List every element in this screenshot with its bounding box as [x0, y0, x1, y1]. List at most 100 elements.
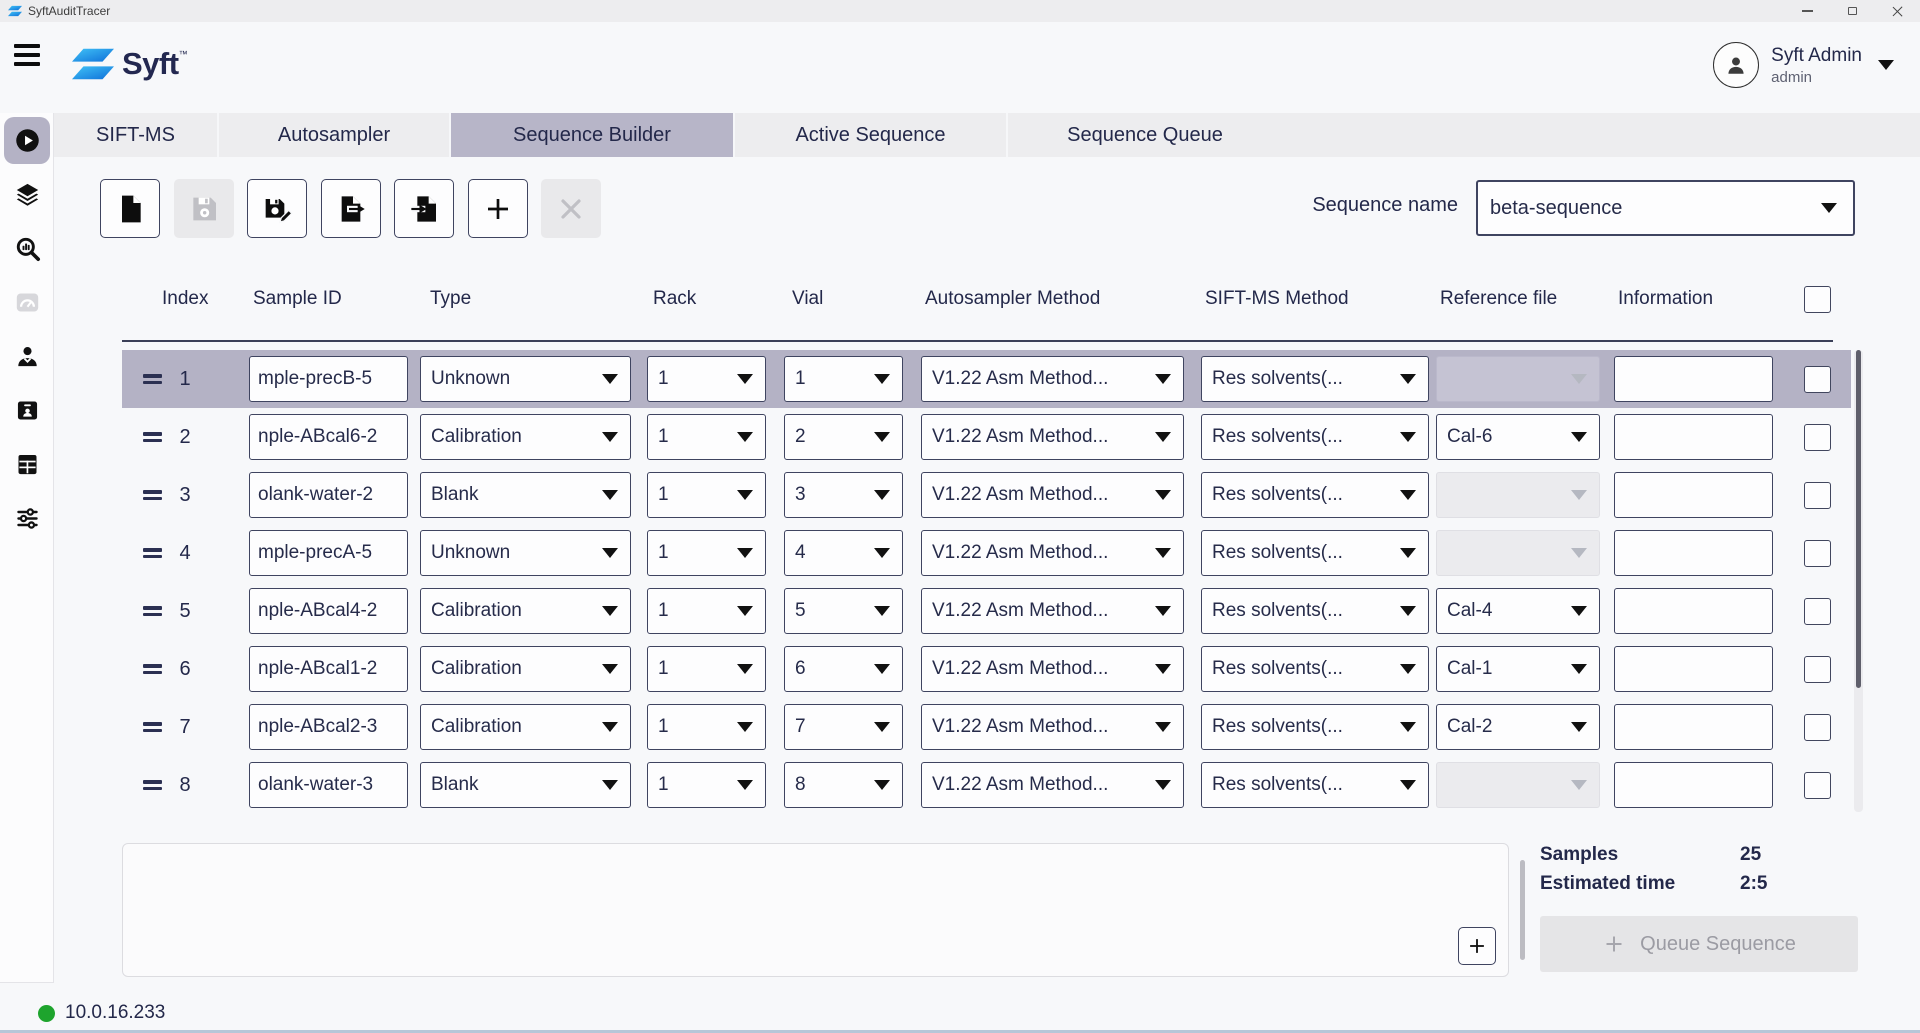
sample-id-input[interactable] [249, 704, 408, 750]
row-drag-handle[interactable] [143, 371, 162, 387]
row-checkbox[interactable] [1804, 714, 1831, 741]
table-scrollbar-thumb[interactable] [1856, 350, 1861, 688]
sidebar-item-run-sequence[interactable] [0, 113, 54, 167]
row-checkbox[interactable] [1804, 540, 1831, 567]
reference-file-select[interactable]: Cal-2 [1436, 704, 1600, 750]
information-input[interactable] [1614, 762, 1773, 808]
import-sequence-button[interactable] [394, 179, 454, 238]
vial-select[interactable]: 8 [784, 762, 903, 808]
type-select[interactable]: Calibration [420, 704, 631, 750]
autosampler-method-select[interactable]: V1.22 Asm Method... [921, 646, 1184, 692]
information-input[interactable] [1614, 704, 1773, 750]
tab-autosampler[interactable]: Autosampler [217, 113, 449, 157]
maximize-button[interactable] [1830, 0, 1875, 22]
reference-file-select[interactable]: Cal-4 [1436, 588, 1600, 634]
rack-select[interactable]: 1 [647, 704, 766, 750]
sample-id-input[interactable] [249, 472, 408, 518]
rack-select[interactable]: 1 [647, 588, 766, 634]
siftms-method-select[interactable]: Res solvents(... [1201, 530, 1429, 576]
rack-select[interactable]: 1 [647, 356, 766, 402]
row-checkbox[interactable] [1804, 366, 1831, 393]
type-select[interactable]: Calibration [420, 646, 631, 692]
vial-select[interactable]: 3 [784, 472, 903, 518]
vial-select[interactable]: 5 [784, 588, 903, 634]
type-select[interactable]: Blank [420, 472, 631, 518]
autosampler-method-select[interactable]: V1.22 Asm Method... [921, 704, 1184, 750]
autosampler-method-select[interactable]: V1.22 Asm Method... [921, 414, 1184, 460]
sample-id-input[interactable] [249, 646, 408, 692]
sidebar-item-settings-sliders[interactable] [0, 491, 54, 545]
type-select[interactable]: Blank [420, 762, 631, 808]
add-row-button[interactable] [468, 179, 528, 238]
sequence-name-dropdown[interactable]: beta-sequence [1476, 180, 1855, 236]
tab-sequence-builder[interactable]: Sequence Builder [449, 113, 733, 157]
information-input[interactable] [1614, 588, 1773, 634]
autosampler-method-select[interactable]: V1.22 Asm Method... [921, 762, 1184, 808]
sample-id-input[interactable] [249, 356, 408, 402]
row-checkbox[interactable] [1804, 424, 1831, 451]
sample-id-input[interactable] [249, 588, 408, 634]
type-select[interactable]: Calibration [420, 588, 631, 634]
sidebar-item-search-analysis[interactable] [0, 221, 54, 275]
row-drag-handle[interactable] [143, 719, 162, 735]
row-drag-handle[interactable] [143, 603, 162, 619]
rack-select[interactable]: 1 [647, 530, 766, 576]
autosampler-method-select[interactable]: V1.22 Asm Method... [921, 530, 1184, 576]
siftms-method-select[interactable]: Res solvents(... [1201, 356, 1429, 402]
information-input[interactable] [1614, 646, 1773, 692]
rack-select[interactable]: 1 [647, 414, 766, 460]
sidebar-item-operator-user[interactable] [0, 329, 54, 383]
user-menu[interactable]: Syft Admin admin [1713, 42, 1894, 88]
siftms-method-select[interactable]: Res solvents(... [1201, 762, 1429, 808]
information-input[interactable] [1614, 530, 1773, 576]
autosampler-method-select[interactable]: V1.22 Asm Method... [921, 588, 1184, 634]
export-sequence-button[interactable] [321, 179, 381, 238]
siftms-method-select[interactable]: Res solvents(... [1201, 646, 1429, 692]
sidebar-item-data-grid[interactable] [0, 437, 54, 491]
vial-select[interactable]: 7 [784, 704, 903, 750]
vial-select[interactable]: 6 [784, 646, 903, 692]
sidebar-item-layers[interactable] [0, 167, 54, 221]
row-checkbox[interactable] [1804, 772, 1831, 799]
reference-file-select[interactable]: Cal-6 [1436, 414, 1600, 460]
siftms-method-select[interactable]: Res solvents(... [1201, 472, 1429, 518]
sample-id-input[interactable] [249, 762, 408, 808]
row-drag-handle[interactable] [143, 777, 162, 793]
information-input[interactable] [1614, 356, 1773, 402]
autosampler-method-select[interactable]: V1.22 Asm Method... [921, 356, 1184, 402]
vial-select[interactable]: 4 [784, 530, 903, 576]
row-checkbox[interactable] [1804, 656, 1831, 683]
menu-button[interactable] [14, 44, 40, 66]
autosampler-method-select[interactable]: V1.22 Asm Method... [921, 472, 1184, 518]
information-input[interactable] [1614, 414, 1773, 460]
type-select[interactable]: Calibration [420, 414, 631, 460]
siftms-method-select[interactable]: Res solvents(... [1201, 704, 1429, 750]
vial-select[interactable]: 1 [784, 356, 903, 402]
table-scrollbar[interactable] [1854, 350, 1863, 812]
select-all-checkbox[interactable] [1804, 286, 1831, 313]
row-checkbox[interactable] [1804, 598, 1831, 625]
vial-select[interactable]: 2 [784, 414, 903, 460]
row-drag-handle[interactable] [143, 429, 162, 445]
save-as-sequence-button[interactable] [247, 179, 307, 238]
close-button[interactable] [1875, 0, 1920, 22]
sample-id-input[interactable] [249, 414, 408, 460]
tab-active-sequence[interactable]: Active Sequence [733, 113, 1006, 157]
type-select[interactable]: Unknown [420, 530, 631, 576]
rack-select[interactable]: 1 [647, 762, 766, 808]
new-sequence-button[interactable] [100, 179, 160, 238]
row-drag-handle[interactable] [143, 661, 162, 677]
type-select[interactable]: Unknown [420, 356, 631, 402]
row-drag-handle[interactable] [143, 487, 162, 503]
siftms-method-select[interactable]: Res solvents(... [1201, 414, 1429, 460]
information-input[interactable] [1614, 472, 1773, 518]
rack-select[interactable]: 1 [647, 646, 766, 692]
add-note-button[interactable] [1458, 927, 1496, 965]
sample-id-input[interactable] [249, 530, 408, 576]
minimize-button[interactable] [1785, 0, 1830, 22]
panel-scrollbar[interactable] [1520, 860, 1525, 960]
row-checkbox[interactable] [1804, 482, 1831, 509]
row-drag-handle[interactable] [143, 545, 162, 561]
reference-file-select[interactable]: Cal-1 [1436, 646, 1600, 692]
tab-sequence-queue[interactable]: Sequence Queue [1006, 113, 1282, 157]
